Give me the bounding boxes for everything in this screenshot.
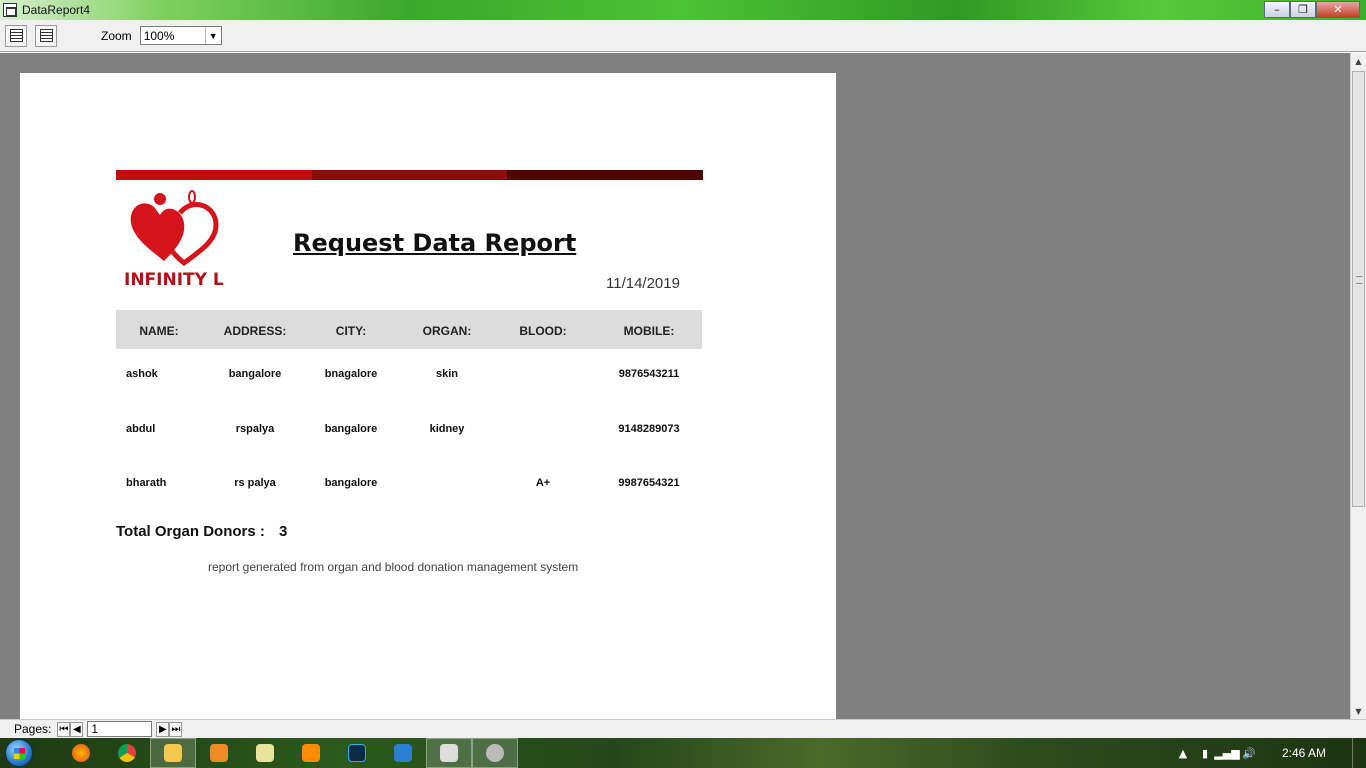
table-header: NAME: ADDRESS: CITY: ORGAN: BLOOD: MOBIL… [116,310,702,349]
cell-mobile: 9148289073 [618,423,680,435]
chrome-icon [118,744,136,762]
cell-mobile: 9987654321 [618,477,680,489]
maximize-button[interactable]: ❐ [1290,1,1316,18]
total-value: 3 [279,523,288,540]
tray-expand-icon[interactable]: ▲ [1172,738,1194,768]
cell-city: bnagalore [324,368,378,380]
column-header-address: ADDRESS: [223,324,287,338]
pages-label: Pages: [14,722,52,736]
report-title: Request Data Report [293,229,577,257]
next-page-icon[interactable]: ▶ [156,721,170,737]
datareport-icon [440,744,458,762]
table-row: ashok bangalore bnagalore skin 987654321… [116,368,702,388]
start-button[interactable] [0,738,38,768]
cell-name: ashok [126,368,158,380]
app-icon [394,744,412,762]
window-controls: – ❐ ✕ [1264,1,1360,18]
cell-mobile: 9876543211 [618,368,680,380]
toolbar: Zoom 100% ▼ [0,20,1366,52]
export-button[interactable] [35,24,57,47]
cell-blood: A+ [535,477,551,489]
color-bar-segment [311,170,508,180]
title-bar: DataReport4 – ❐ ✕ [0,0,1366,20]
folder-icon [164,744,182,762]
pager: Pages: ⏮ ◀ 1 ▶ ⏭ [0,719,1366,738]
taskbar-explorer[interactable] [150,738,196,768]
zoom-label: Zoom [101,28,132,43]
print-icon [9,29,23,42]
taskbar-firefox[interactable] [58,738,104,768]
battery-icon[interactable]: ▮ [1194,738,1216,768]
logo-text: INFINITY LIFE [124,270,224,289]
taskbar-notepad[interactable] [242,738,288,768]
system-tray: ▲ ▮ ▂▄▆ 🔊 2:46 AM [1172,738,1366,768]
media-player-icon [210,744,228,762]
clock[interactable]: 2:46 AM [1282,746,1326,760]
report-page: INFINITY LIFE Request Data Report 11/14/… [20,73,836,719]
scroll-up-icon[interactable]: ▲ [1351,53,1366,69]
table-row: bharath rs palya bangalore A+ 9987654321 [116,477,702,497]
photoshop-icon [348,744,366,762]
volume-icon[interactable]: 🔊 [1238,738,1260,768]
vertical-scrollbar[interactable]: ▲ ▼ [1350,53,1366,719]
vb-icon [486,744,504,762]
header-color-bar [116,170,704,180]
scroll-down-icon[interactable]: ▼ [1351,703,1366,719]
cell-city: bangalore [324,477,378,489]
first-page-icon[interactable]: ⏮ [57,721,71,737]
cell-address: rs palya [234,477,276,489]
cell-organ: kidney [429,423,465,435]
cell-city: bangalore [324,423,378,435]
scroll-thumb[interactable] [1352,71,1365,507]
column-header-organ: ORGAN: [422,324,472,338]
network-icon[interactable]: ▂▄▆ [1214,738,1239,768]
column-header-mobile: MOBILE: [623,324,675,338]
last-page-icon[interactable]: ⏭ [169,721,183,737]
zoom-select[interactable]: 100% ▼ [139,26,222,45]
table-row: abdul rspalya bangalore kidney 914828907… [116,423,702,443]
minimize-button[interactable]: – [1264,1,1290,18]
color-bar-segment [116,170,312,180]
export-icon [39,29,53,42]
total-label: Total Organ Donors : [116,523,265,540]
show-desktop-button[interactable] [1352,738,1366,768]
close-icon: ✕ [1333,3,1343,16]
minimize-icon: – [1274,3,1280,16]
column-header-city: CITY: [335,324,367,338]
taskbar-photoshop[interactable] [334,738,380,768]
report-date: 11/14/2019 [606,275,680,292]
infinity-life-logo: INFINITY LIFE [124,190,224,289]
column-header-name: NAME: [139,324,179,338]
notepad-icon [256,744,274,762]
zoom-value: 100% [143,28,175,43]
cell-address: rspalya [235,423,275,435]
taskbar-app[interactable] [380,738,426,768]
taskbar-chrome[interactable] [104,738,150,768]
taskbar-vb[interactable] [472,738,518,768]
page-number-input[interactable]: 1 [87,721,153,737]
restore-icon: ❐ [1298,3,1308,16]
sublime-icon [302,744,320,762]
app-icon[interactable] [3,3,17,17]
prev-page-icon[interactable]: ◀ [70,721,84,737]
color-bar-segment [507,170,704,180]
close-button[interactable]: ✕ [1316,1,1360,18]
firefox-icon [72,744,90,762]
report-workspace: INFINITY LIFE Request Data Report 11/14/… [0,53,1350,719]
cell-name: abdul [126,423,156,435]
chevron-down-icon[interactable]: ▼ [204,27,221,44]
taskbar-media-player[interactable] [196,738,242,768]
window-title: DataReport4 [22,3,91,17]
column-header-blood: BLOOD: [519,324,567,338]
taskbar-sublime[interactable] [288,738,334,768]
report-footer: report generated from organ and blood do… [208,560,579,574]
cell-organ: skin [435,368,459,380]
print-button[interactable] [5,24,27,47]
taskbar: ▲ ▮ ▂▄▆ 🔊 2:46 AM [0,738,1366,768]
cell-name: bharath [126,477,167,489]
windows-icon [5,739,33,767]
taskbar-datareport[interactable] [426,738,472,768]
cell-address: bangalore [228,368,282,380]
